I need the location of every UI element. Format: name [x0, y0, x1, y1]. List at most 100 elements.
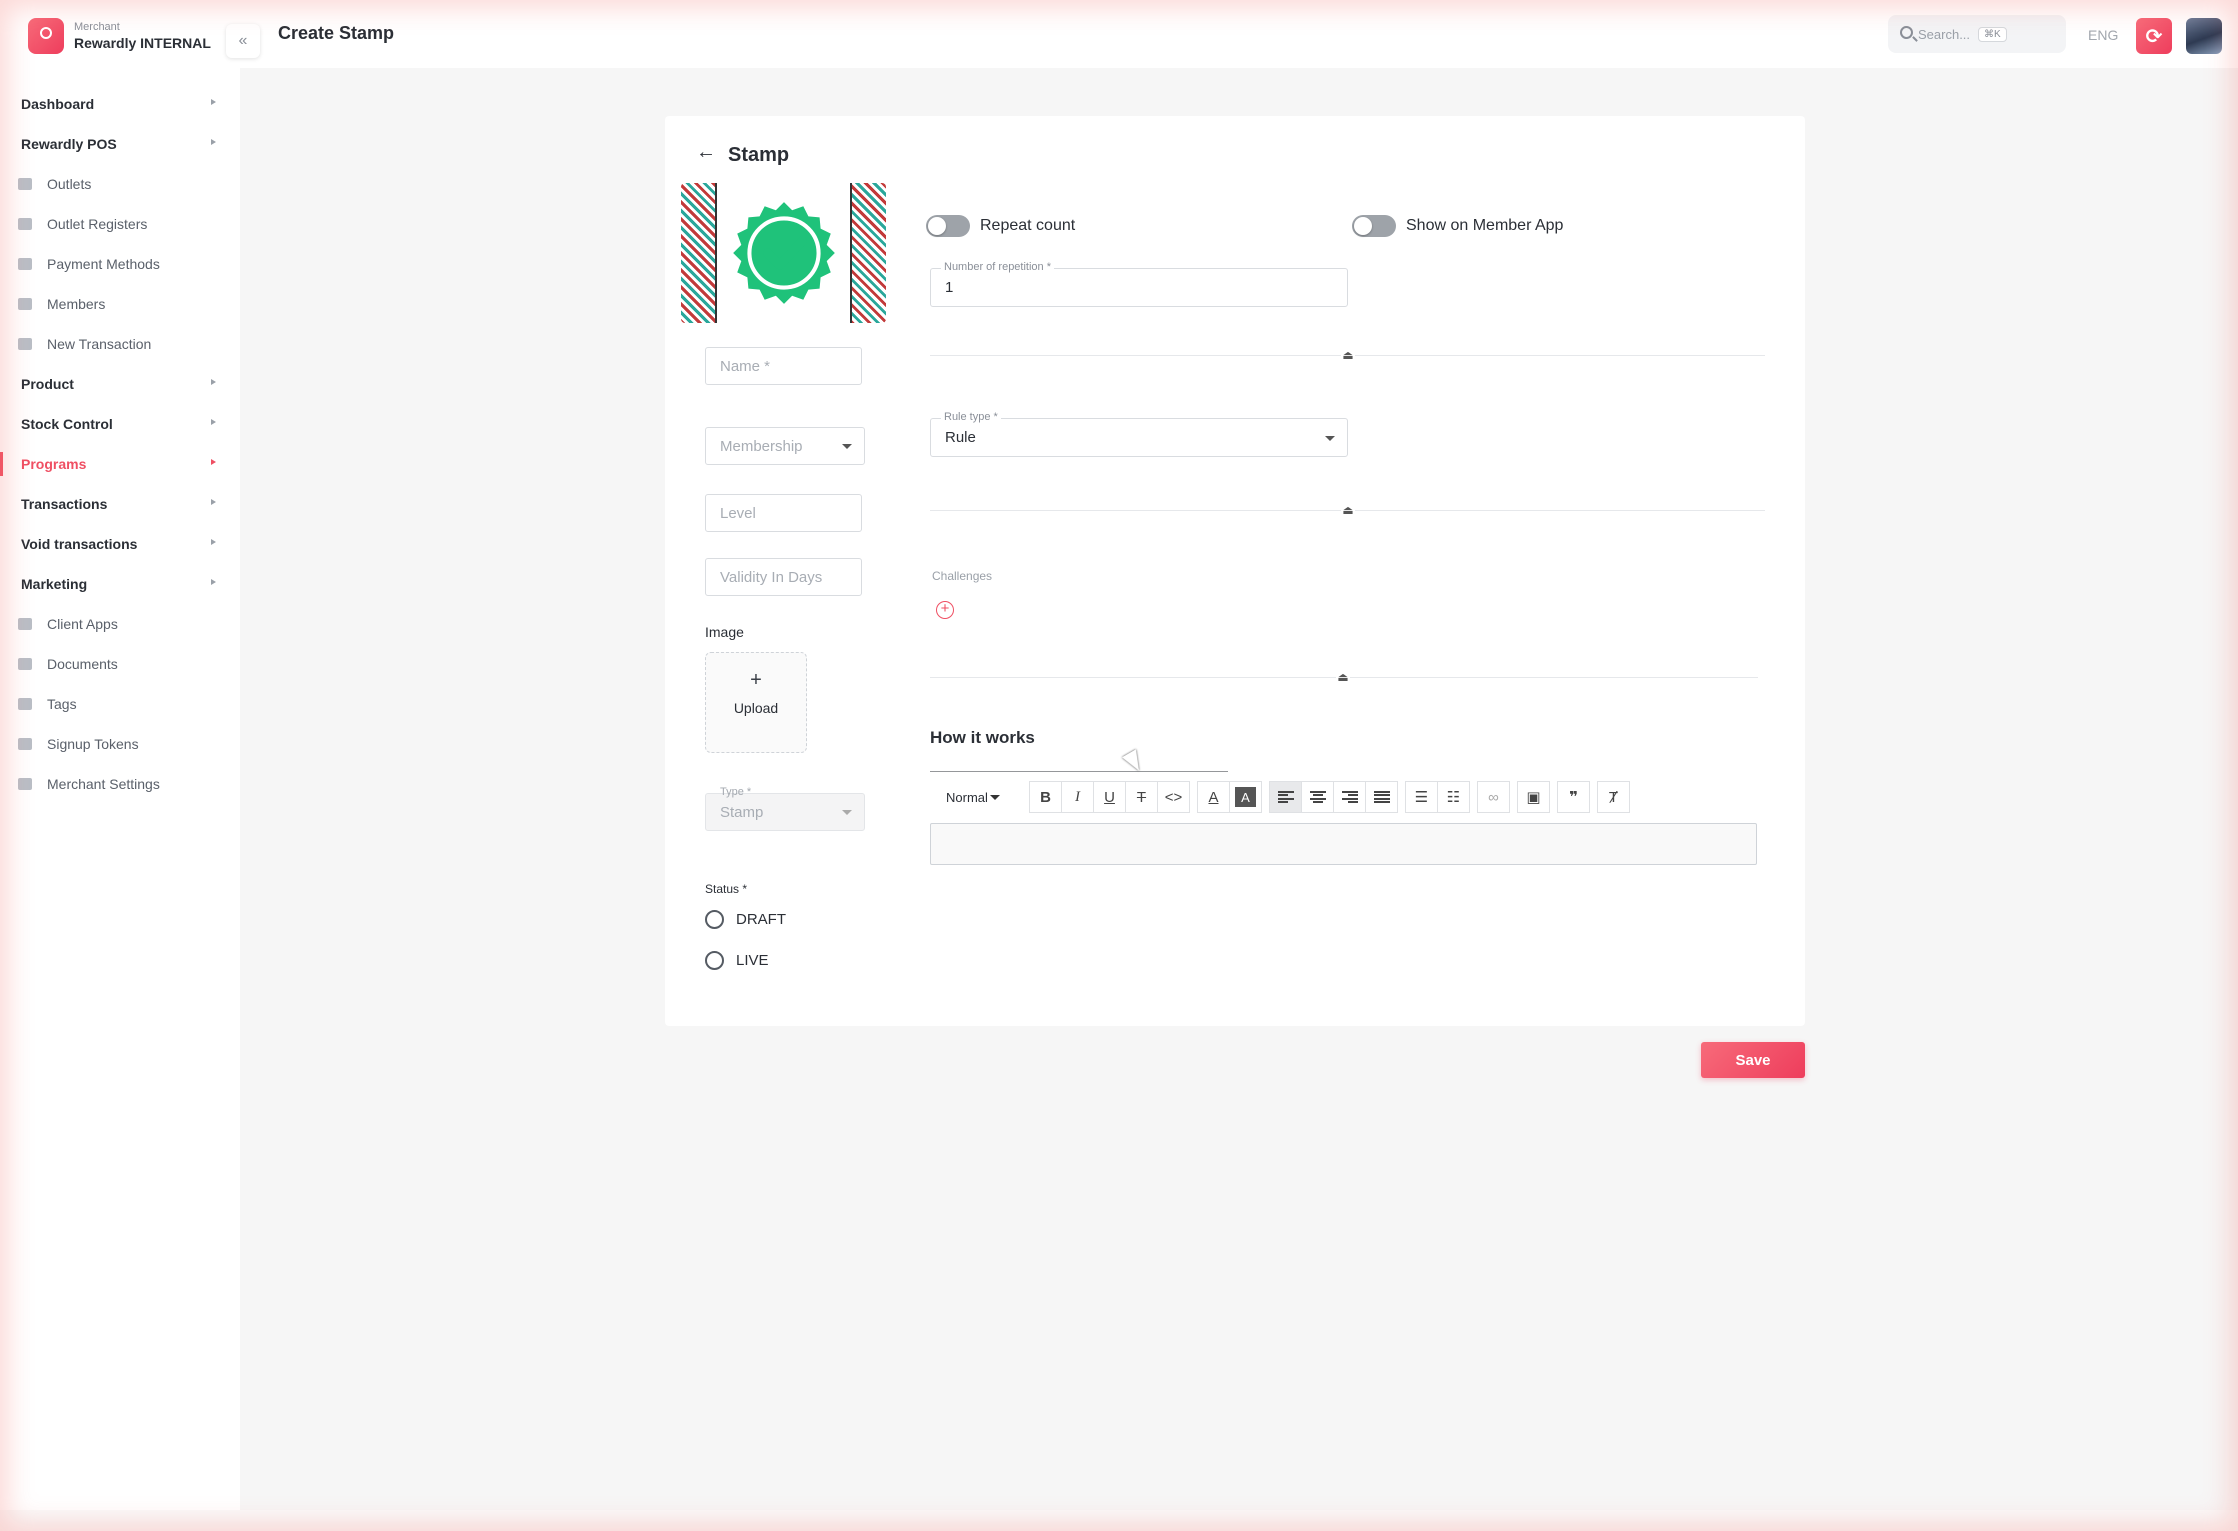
italic-icon: I: [1075, 788, 1080, 805]
refresh-button[interactable]: ⟳: [2136, 18, 2172, 54]
avatar[interactable]: [2186, 18, 2222, 54]
stamp-image-preview: [681, 183, 886, 323]
radio-circle-icon: [705, 910, 724, 929]
code-icon: [18, 618, 32, 630]
numbered-list-button[interactable]: ☷: [1437, 781, 1470, 813]
caret-right-icon: [211, 459, 216, 465]
sidebar-item-label: Transactions: [21, 496, 108, 512]
code-button[interactable]: <>: [1157, 781, 1190, 813]
document-icon: [18, 658, 32, 670]
type-select[interactable]: Stamp: [705, 793, 865, 831]
align-right-button[interactable]: [1333, 781, 1366, 813]
status-live-label: LIVE: [736, 952, 769, 969]
sidebar-item-label: Tags: [47, 696, 77, 712]
format-select[interactable]: Normal: [930, 781, 1030, 813]
bold-button[interactable]: B: [1029, 781, 1062, 813]
back-arrow-icon[interactable]: ←: [696, 141, 716, 164]
sidebar-item-programs[interactable]: Programs: [0, 444, 240, 484]
store-icon: [18, 178, 32, 190]
sidebar-item-outlets[interactable]: Outlets: [0, 164, 240, 204]
verified-badge-icon: [732, 202, 835, 304]
stamp-divider-icon: ⏏: [1341, 503, 1355, 517]
sidebar-item-label: Outlet Registers: [47, 216, 148, 232]
level-field[interactable]: Level: [705, 494, 862, 532]
sidebar-item-void-transactions[interactable]: Void transactions: [0, 524, 240, 564]
strikethrough-button[interactable]: T: [1125, 781, 1158, 813]
justify-icon: [1373, 791, 1390, 803]
sidebar: Merchant Rewardly INTERNAL Dashboard Rewa…: [0, 0, 240, 1510]
settings-icon: [18, 778, 32, 790]
search-icon: [1900, 26, 1913, 39]
sidebar-item-merchant-settings[interactable]: Merchant Settings: [0, 764, 240, 804]
sidebar-item-transactions[interactable]: Transactions: [0, 484, 240, 524]
sidebar-item-rewardly-pos[interactable]: Rewardly POS: [0, 124, 240, 164]
how-it-works-editor[interactable]: [930, 823, 1757, 865]
justify-button[interactable]: [1365, 781, 1398, 813]
status-live-radio[interactable]: LIVE: [705, 951, 769, 970]
sidebar-item-label: Stock Control: [21, 416, 113, 432]
underline-button[interactable]: U: [1093, 781, 1126, 813]
sidebar-item-tags[interactable]: Tags: [0, 684, 240, 724]
save-button[interactable]: Save: [1701, 1042, 1805, 1078]
rule-type-value: Rule: [945, 429, 976, 446]
validity-field[interactable]: Validity In Days: [705, 558, 862, 596]
sidebar-item-payment-methods[interactable]: Payment Methods: [0, 244, 240, 284]
link-icon: ∞: [1488, 788, 1499, 806]
sidebar-item-label: Payment Methods: [47, 256, 160, 272]
language-switch[interactable]: ENG: [2088, 27, 2118, 43]
collapse-sidebar-button[interactable]: «: [226, 24, 260, 58]
sidebar-nav: Dashboard Rewardly POS Outlets Outlet Regis…: [0, 84, 240, 804]
search-shortcut: ⌘K: [1978, 26, 2007, 42]
bullet-list-button[interactable]: ☰: [1405, 781, 1438, 813]
upload-button[interactable]: + Upload: [705, 652, 807, 753]
italic-button[interactable]: I: [1061, 781, 1094, 813]
how-it-works-title: How it works: [930, 728, 1035, 747]
show-on-member-app-toggle[interactable]: Show on Member App: [1352, 215, 1563, 237]
brand[interactable]: Merchant Rewardly INTERNAL: [28, 18, 211, 54]
background-color-icon: A: [1235, 787, 1256, 807]
type-label: Type *: [720, 786, 752, 798]
font-color-button[interactable]: A: [1197, 781, 1230, 813]
sidebar-item-documents[interactable]: Documents: [0, 644, 240, 684]
user-icon: [18, 298, 32, 310]
show-member-app-label: Show on Member App: [1406, 217, 1564, 234]
chevron-down-icon: [990, 795, 1000, 800]
clear-format-icon: Ⱦ: [1608, 788, 1619, 806]
bold-icon: B: [1040, 788, 1051, 806]
link-button[interactable]: ∞: [1477, 781, 1510, 813]
quote-icon: ❞: [1569, 789, 1578, 806]
sidebar-item-outlet-registers[interactable]: Outlet Registers: [0, 204, 240, 244]
align-left-button[interactable]: [1269, 781, 1302, 813]
search-input[interactable]: Search... ⌘K: [1888, 15, 2066, 53]
status-draft-radio[interactable]: DRAFT: [705, 910, 786, 929]
brand-name: Rewardly INTERNAL: [74, 35, 211, 51]
sidebar-item-product[interactable]: Product: [0, 364, 240, 404]
register-icon: [18, 218, 32, 230]
membership-select[interactable]: Membership: [705, 427, 865, 465]
align-left-icon: [1277, 791, 1294, 803]
align-center-button[interactable]: [1301, 781, 1334, 813]
sidebar-item-members[interactable]: Members: [0, 284, 240, 324]
sidebar-item-signup-tokens[interactable]: Signup Tokens: [0, 724, 240, 764]
sidebar-item-new-transaction[interactable]: New Transaction: [0, 324, 240, 364]
sidebar-item-label: Programs: [21, 456, 87, 472]
align-center-icon: [1309, 791, 1326, 803]
repetition-field[interactable]: 1: [930, 268, 1348, 307]
clear-format-button[interactable]: Ⱦ: [1597, 781, 1630, 813]
status-label: Status *: [705, 882, 748, 896]
sidebar-item-marketing[interactable]: Marketing: [0, 564, 240, 604]
sidebar-item-client-apps[interactable]: Client Apps: [0, 604, 240, 644]
level-placeholder: Level: [720, 504, 756, 522]
background-color-button[interactable]: A: [1229, 781, 1262, 813]
image-button[interactable]: ▣: [1517, 781, 1550, 813]
rule-type-select[interactable]: Rule: [930, 418, 1348, 457]
sidebar-item-dashboard[interactable]: Dashboard: [0, 84, 240, 124]
image-icon: ▣: [1526, 789, 1541, 806]
name-field[interactable]: Name *: [705, 347, 862, 385]
sidebar-item-stock-control[interactable]: Stock Control: [0, 404, 240, 444]
sidebar-item-label: Members: [47, 296, 106, 312]
quote-button[interactable]: ❞: [1557, 781, 1590, 813]
sidebar-item-label: Client Apps: [47, 616, 118, 632]
add-challenge-button[interactable]: +: [936, 601, 954, 619]
repeat-count-toggle[interactable]: Repeat count: [926, 215, 1075, 237]
